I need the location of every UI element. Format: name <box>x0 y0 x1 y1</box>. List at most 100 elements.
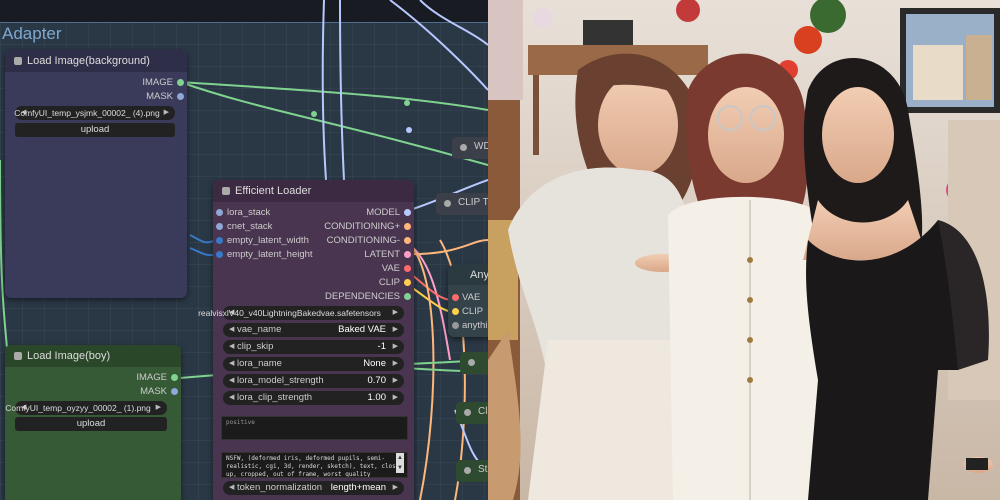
upload-button[interactable]: upload <box>15 417 167 431</box>
arrow-left-icon[interactable]: ◀ <box>229 323 234 337</box>
output-slot-image: IMAGE <box>142 77 173 88</box>
output-pin-image[interactable] <box>177 79 184 86</box>
arrow-left-icon[interactable]: ◀ <box>229 481 234 495</box>
widget-label: lora_clip_strength <box>237 392 312 403</box>
output-pin-vae[interactable] <box>404 265 411 272</box>
node-load-image-background[interactable]: Load Image(background) IMAGE MASK ◀ Comf… <box>5 50 187 298</box>
node-title-bar[interactable]: Any <box>448 265 488 285</box>
node-title-bar[interactable]: Load Image(background) <box>5 50 187 72</box>
generated-image-preview <box>488 0 1000 500</box>
output-pin-mask[interactable] <box>177 93 184 100</box>
output-slot-conditioning-pos: CONDITIONING+ <box>324 221 400 232</box>
arrow-right-icon[interactable]: ▶ <box>393 306 398 320</box>
node-st[interactable]: St <box>456 460 488 482</box>
arrow-right-icon[interactable]: ▶ <box>164 106 169 120</box>
arrow-right-icon[interactable]: ▶ <box>393 357 398 371</box>
input-pin-clip[interactable] <box>452 308 459 315</box>
arrow-left-icon[interactable]: ◀ <box>229 374 234 388</box>
widget-value: length+mean <box>330 482 386 493</box>
output-pin-mask[interactable] <box>171 388 178 395</box>
widget-label: clip_skip <box>237 341 274 352</box>
output-pin-conditioning-neg[interactable] <box>404 237 411 244</box>
input-slot-anything: anythi <box>462 320 488 331</box>
widget-label: lora_name <box>237 358 282 369</box>
image-filename: ComfyUI_temp_oyzyy_00002_ (1).png <box>5 403 151 413</box>
node-clip-text[interactable]: CLIP T <box>436 193 488 215</box>
collapse-dot-icon[interactable] <box>444 200 451 207</box>
node-editor-canvas[interactable]: Adapter Load Image(background) IMAGE MAS <box>0 0 488 500</box>
photo-illustration <box>488 0 1000 500</box>
collapse-dot-icon[interactable] <box>468 359 475 366</box>
output-slot-mask: MASK <box>146 91 173 102</box>
arrow-left-icon[interactable]: ◀ <box>229 357 234 371</box>
output-pin-dependencies[interactable] <box>404 293 411 300</box>
output-slot-model: MODEL <box>366 207 400 218</box>
input-pin-cnet-stack[interactable] <box>216 223 223 230</box>
input-slot-cnet-stack: cnet_stack <box>227 221 273 232</box>
node-title: St <box>478 464 488 475</box>
upload-button[interactable]: upload <box>15 123 175 137</box>
negative-prompt-textarea[interactable]: NSFW, (deformed iris, deformed pupils, s… <box>221 452 408 478</box>
collapse-dot-icon[interactable] <box>14 57 22 65</box>
collapse-dot-icon[interactable] <box>222 187 230 195</box>
node-title-bar[interactable]: Load Image(boy) <box>5 345 181 367</box>
arrow-right-icon[interactable]: ▶ <box>393 374 398 388</box>
image-select-combo[interactable]: ◀ ComfyUI_temp_oyzyy_00002_ (1).png ▶ <box>5 401 167 415</box>
arrow-left-icon[interactable]: ◀ <box>229 391 234 405</box>
input-pin-lora-stack[interactable] <box>216 209 223 216</box>
arrow-right-icon[interactable]: ▶ <box>393 340 398 354</box>
collapse-dot-icon[interactable] <box>464 467 471 474</box>
widget-value: None <box>363 358 386 369</box>
input-pin-vae[interactable] <box>452 294 459 301</box>
ckpt-name-combo[interactable]: ◀ realvisxlV40_v40LightningBakedvae.safe… <box>198 306 404 320</box>
node-title-bar[interactable]: Efficient Loader <box>213 180 414 202</box>
widget-value: Baked VAE <box>338 324 386 335</box>
output-slot-dependencies: DEPENDENCIES <box>325 291 400 302</box>
arrow-right-icon[interactable]: ▶ <box>393 481 398 495</box>
collapse-dot-icon[interactable] <box>460 144 467 151</box>
input-pin-empty-latent-height[interactable] <box>216 251 223 258</box>
node-anything-everywhere[interactable]: Any VAE CLIP anythi <box>448 265 488 337</box>
collapse-dot-icon[interactable] <box>14 352 22 360</box>
lora-name-combo[interactable]: ◀ lora_name None ▶ <box>223 357 404 371</box>
arrow-left-icon[interactable]: ◀ <box>229 340 234 354</box>
lora-model-strength-stepper[interactable]: ◀ lora_model_strength 0.70 ▶ <box>223 374 404 388</box>
token-normalization-combo[interactable]: ◀ token_normalization length+mean ▶ <box>223 481 404 495</box>
vae-name-combo[interactable]: ◀ vae_name Baked VAE ▶ <box>223 323 404 337</box>
node-title: Load Image(boy) <box>27 350 111 362</box>
input-pin-anything[interactable] <box>452 322 459 329</box>
textarea-scrollbar[interactable]: ▲ ▼ <box>396 453 404 473</box>
positive-prompt-textarea[interactable]: positive <box>221 416 408 440</box>
node-efficient-loader[interactable]: Efficient Loader lora_stack cnet_stack e… <box>198 180 414 500</box>
arrow-right-icon[interactable]: ▶ <box>393 391 398 405</box>
output-pin-conditioning-pos[interactable] <box>404 223 411 230</box>
clip-skip-stepper[interactable]: ◀ clip_skip -1 ▶ <box>223 340 404 354</box>
node-green-collapsed[interactable] <box>460 352 488 374</box>
widget-label: vae_name <box>237 324 282 335</box>
output-pin-image[interactable] <box>171 374 178 381</box>
collapse-dot-icon[interactable] <box>464 409 471 416</box>
arrow-right-icon[interactable]: ▶ <box>393 323 398 337</box>
input-slot-vae: VAE <box>462 292 481 303</box>
node-title: Any <box>470 269 488 281</box>
input-slot-empty-latent-width: empty_latent_width <box>227 235 309 246</box>
node-title: Efficient Loader <box>235 185 312 197</box>
input-pin-empty-latent-width[interactable] <box>216 237 223 244</box>
node-wd[interactable]: WD <box>452 137 488 159</box>
node-cl[interactable]: Cl <box>456 402 488 424</box>
node-title: Cl <box>478 406 488 417</box>
output-slot-mask: MASK <box>140 386 167 397</box>
negative-text: NSFW, (deformed iris, deformed pupils, s… <box>226 455 400 478</box>
widget-value: 1.00 <box>367 392 387 403</box>
lora-clip-strength-stepper[interactable]: ◀ lora_clip_strength 1.00 ▶ <box>223 391 404 405</box>
node-title: Load Image(background) <box>27 55 150 67</box>
node-title: WD <box>474 141 488 152</box>
image-select-combo[interactable]: ◀ ComfyUI_temp_ysjmk_00002_ (4).png ▶ <box>14 106 175 120</box>
node-load-image-boy[interactable]: Load Image(boy) IMAGE MASK ◀ ComfyUI_tem… <box>5 345 181 500</box>
arrow-right-icon[interactable]: ▶ <box>156 401 161 415</box>
output-slot-vae: VAE <box>381 263 400 274</box>
output-pin-latent[interactable] <box>404 251 411 258</box>
input-slot-lora-stack: lora_stack <box>227 207 271 218</box>
output-pin-clip[interactable] <box>404 279 411 286</box>
output-pin-model[interactable] <box>404 209 411 216</box>
